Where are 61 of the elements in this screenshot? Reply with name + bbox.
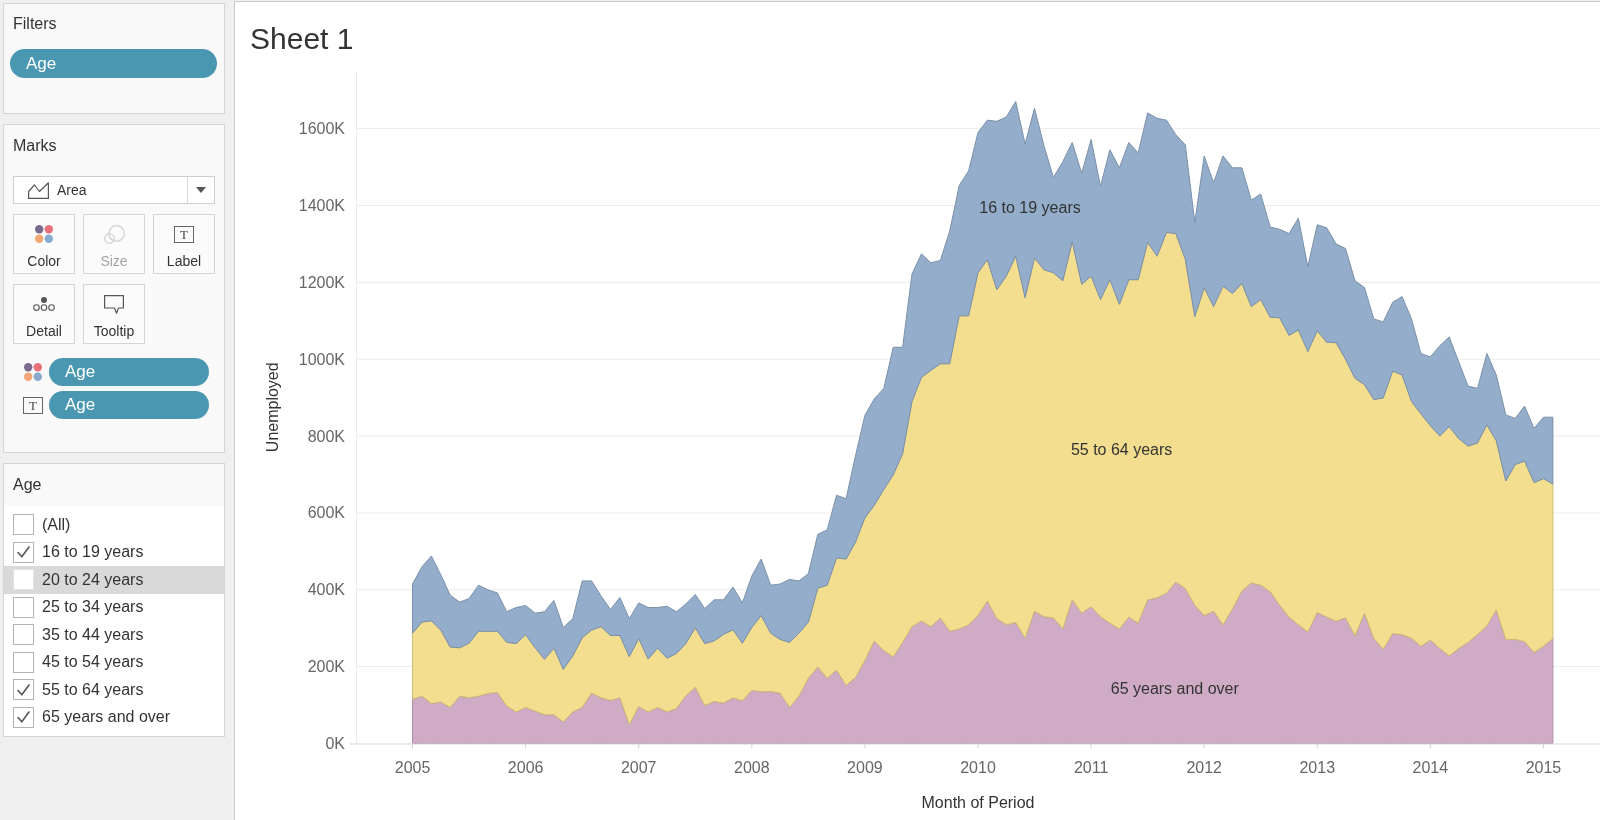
filter-list-item[interactable]: (All): [4, 511, 224, 539]
axis-tick-label: 2013: [1299, 758, 1336, 776]
circles-icon: [103, 224, 125, 244]
label-button[interactable]: T Label: [153, 214, 215, 274]
axis-title: Month of Period: [921, 793, 1035, 811]
series-label: 65 years and over: [1110, 680, 1239, 698]
filter-list-item[interactable]: 25 to 34 years: [4, 593, 224, 621]
checkmark-icon: [17, 683, 30, 696]
sheet-title: Sheet 1: [250, 21, 354, 57]
axis-tick-label: 1200K: [298, 273, 345, 291]
checkbox[interactable]: [13, 541, 34, 563]
series-label: 16 to 19 years: [979, 199, 1081, 217]
caret-icon: [196, 187, 206, 193]
panel-title: Marks: [13, 136, 57, 156]
axis-tick-label: 2005: [394, 758, 431, 776]
checkbox[interactable]: [13, 596, 34, 618]
filter-list-item[interactable]: 20 to 24 years: [4, 566, 224, 594]
dots-icon: [33, 297, 55, 311]
checkmark-icon: [17, 546, 30, 559]
axis-tick-label: 2014: [1412, 758, 1449, 776]
axis-tick-label: 800K: [307, 427, 345, 445]
t-box-icon: T: [174, 225, 194, 243]
axis-tick-label: 2006: [507, 758, 544, 776]
panel-title: Age: [13, 476, 42, 494]
filter-list-item[interactable]: 65 years and over: [4, 703, 224, 731]
axis-tick-label: 2009: [847, 758, 883, 776]
axis-tick-label: 2007: [620, 758, 657, 776]
filter-list-item[interactable]: 16 to 19 years: [4, 538, 224, 566]
tooltip-button[interactable]: Tooltip: [83, 284, 145, 344]
series-label: 55 to 64 years: [1070, 441, 1173, 459]
axis-tick-label: 200K: [307, 658, 345, 676]
color-button[interactable]: Color: [13, 214, 75, 274]
detail-button[interactable]: Detail: [13, 284, 75, 344]
speech-bubble-icon: [104, 294, 124, 314]
checkbox[interactable]: [13, 624, 34, 646]
checkbox[interactable]: [13, 651, 34, 673]
t-box-icon: T: [23, 396, 43, 414]
axis-tick-label: 2015: [1525, 758, 1562, 776]
area-chart-icon: [28, 181, 49, 199]
color-dots-icon: [24, 363, 42, 381]
checkmark-icon: [17, 711, 30, 724]
panel-title: Filters: [13, 14, 57, 34]
mark-type-dropdown[interactable]: Area: [13, 176, 215, 204]
axis-tick-label: 400K: [307, 581, 345, 599]
axis-tick-label: 2008: [734, 758, 770, 776]
checkbox[interactable]: [13, 514, 34, 536]
axis-tick-label: 600K: [307, 504, 345, 522]
checkbox[interactable]: [13, 679, 34, 701]
axis-tick-label: 1000K: [298, 350, 345, 368]
axis-title: Unemployed: [263, 362, 281, 453]
color-dots-icon: [35, 225, 53, 243]
checkbox[interactable]: [13, 706, 34, 728]
axis-tick-label: 0K: [325, 735, 345, 752]
axis-tick-label: 1400K: [298, 197, 345, 214]
filter-list-item[interactable]: 55 to 64 years: [4, 676, 224, 704]
axis-tick-label: 2011: [1073, 758, 1109, 776]
axis-tick-label: 1600K: [298, 120, 345, 138]
axis-tick-label: 2012: [1186, 758, 1222, 776]
filter-list-item[interactable]: 45 to 54 years: [4, 648, 224, 676]
filter-list-item[interactable]: 35 to 44 years: [4, 621, 224, 649]
axis-tick-label: 2010: [960, 758, 996, 776]
